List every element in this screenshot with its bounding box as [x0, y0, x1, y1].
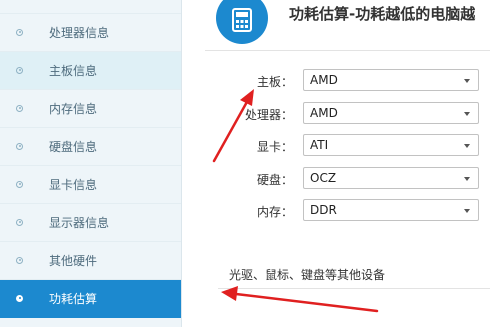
arrow-left-icon: [221, 286, 379, 313]
annotation-arrows: [212, 89, 379, 313]
arrow-up-right-icon: [212, 89, 254, 163]
